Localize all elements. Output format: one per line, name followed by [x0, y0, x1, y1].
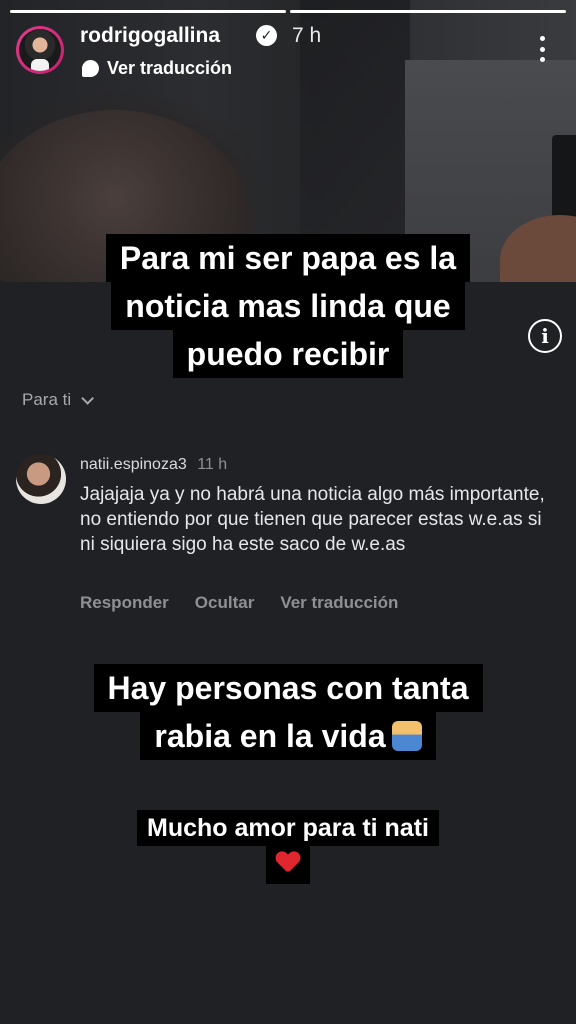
caption-middle: Hay personas con tanta rabia en la vida — [0, 664, 576, 760]
reply-button[interactable]: Responder — [80, 593, 169, 613]
person-shrugging-emoji — [391, 721, 422, 751]
caption-bottom: Mucho amor para ti nati — [0, 810, 576, 884]
story-author-avatar[interactable] — [16, 26, 64, 74]
caption-line: puedo recibir — [172, 330, 404, 378]
caption-line: Para mi ser papa es la — [105, 234, 471, 282]
progress-segment — [10, 10, 286, 13]
story-progress — [10, 10, 566, 13]
info-icon[interactable]: i — [528, 319, 562, 353]
caption-line: Hay personas con tanta — [93, 664, 483, 712]
story-header: rodrigogallina ✓ 7 h Ver traducción — [16, 22, 560, 78]
caption-top: Para mi ser papa es la noticia mas linda… — [0, 234, 576, 378]
commenter-username[interactable]: natii.espinoza3 — [80, 456, 187, 473]
more-options-icon[interactable] — [538, 36, 546, 62]
caption-line: Mucho amor para ti nati — [137, 810, 439, 846]
caption-text: rabia en la vida — [154, 718, 386, 754]
story-time: 7 h — [292, 24, 322, 47]
commenter-avatar[interactable] — [16, 454, 66, 504]
story-translate-link[interactable]: Ver traducción — [82, 58, 232, 79]
red-heart-emoji — [276, 852, 300, 874]
story-author-username[interactable]: rodrigogallina — [80, 24, 220, 48]
comment-text: Jajajaja ya y no habrá una noticia algo … — [80, 484, 545, 555]
filter-label: Para ti — [22, 390, 72, 409]
comment-time: 11 h — [197, 456, 228, 473]
comment-header: natii.espinoza3 11 h — [80, 456, 227, 474]
caption-heart-line — [266, 846, 310, 884]
translate-comment-button[interactable]: Ver traducción — [280, 593, 398, 613]
verified-badge-icon: ✓ — [256, 25, 277, 46]
hide-button[interactable]: Ocultar — [195, 593, 255, 613]
caption-line-with-emoji: rabia en la vida — [140, 712, 436, 760]
translate-label: Ver traducción — [107, 58, 233, 78]
caption-line: noticia mas linda que — [111, 282, 465, 330]
speech-bubble-icon — [82, 60, 99, 77]
progress-segment — [290, 10, 566, 13]
comment-filter[interactable]: Para ti — [22, 390, 95, 410]
comment-actions: Responder Ocultar Ver traducción — [80, 593, 398, 613]
